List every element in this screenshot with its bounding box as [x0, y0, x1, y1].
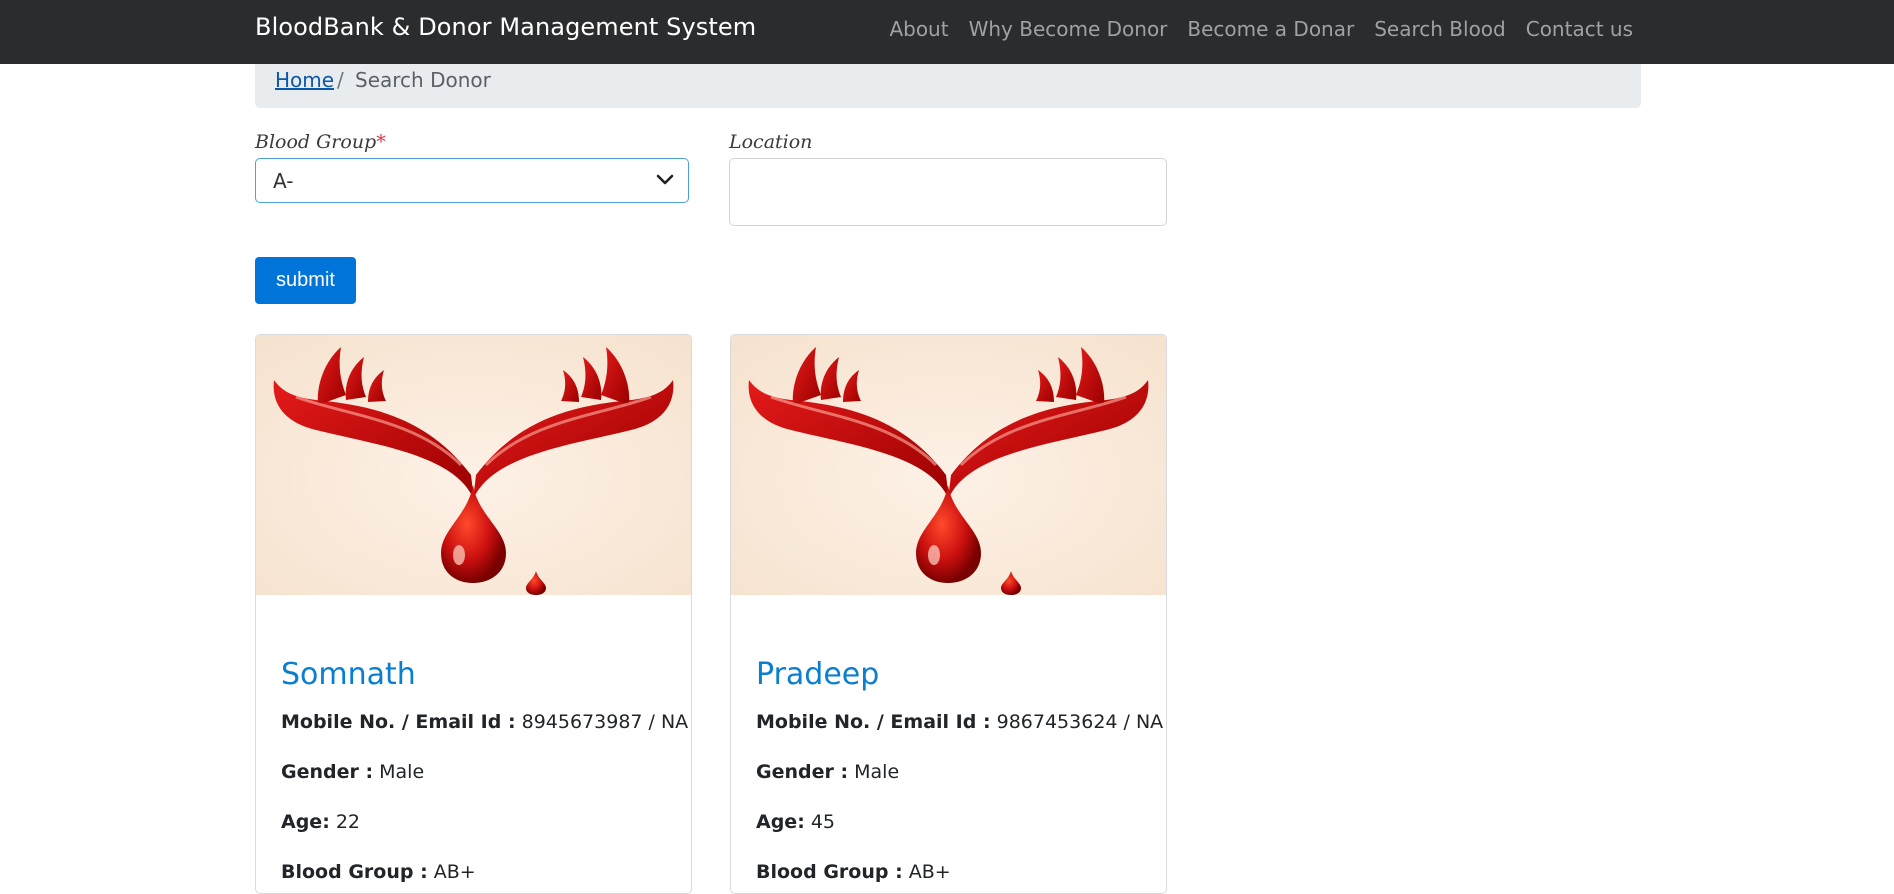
required-asterisk: *	[376, 131, 386, 153]
donor-age-value: 45	[810, 811, 836, 833]
breadcrumb-home-link[interactable]: Home	[275, 68, 334, 92]
donor-age-label: Age:	[756, 811, 805, 833]
donor-contact-label: Mobile No. / Email Id :	[756, 711, 991, 733]
donor-age-label: Age:	[281, 811, 330, 833]
nav-link-contact-us[interactable]: Contact us	[1526, 17, 1633, 41]
donor-blood-group-label: Blood Group :	[281, 861, 428, 883]
donor-image	[731, 335, 1166, 595]
donor-image	[256, 335, 691, 595]
donor-age-value: 22	[335, 811, 361, 833]
breadcrumb-separator: /	[337, 68, 344, 92]
donor-card: Pradeep Mobile No. / Email Id : 98674536…	[730, 334, 1167, 894]
breadcrumb: Home / Search Donor	[255, 64, 1641, 108]
donor-gender-row: Gender : Male	[756, 761, 899, 783]
blood-group-label: Blood Group*	[255, 131, 386, 153]
nav-links: About Why Become Donor Become a Donar Se…	[889, 17, 1633, 41]
donor-age-row: Age: 45	[756, 811, 835, 833]
site-brand[interactable]: BloodBank & Donor Management System	[255, 13, 756, 41]
submit-button[interactable]: submit	[255, 257, 356, 304]
donor-gender-label: Gender :	[756, 761, 849, 783]
donor-gender-value: Male	[854, 761, 900, 783]
donor-gender-value: Male	[379, 761, 425, 783]
donor-contact-row: Mobile No. / Email Id : 8945673987 / NA	[281, 711, 688, 733]
nav-link-about[interactable]: About	[889, 17, 948, 41]
breadcrumb-current: Search Donor	[355, 68, 491, 92]
blood-group-label-text: Blood Group	[255, 131, 377, 153]
donor-contact-value: 9867453624 / NA	[996, 711, 1164, 733]
donor-gender-label: Gender :	[281, 761, 374, 783]
donor-contact-label: Mobile No. / Email Id :	[281, 711, 516, 733]
donor-blood-group-row: Blood Group : AB+	[756, 861, 951, 883]
location-label: Location	[729, 131, 813, 153]
donor-contact-value: 8945673987 / NA	[521, 711, 689, 733]
donor-card: Somnath Mobile No. / Email Id : 89456739…	[255, 334, 692, 894]
blood-group-selected-value: A-	[273, 169, 294, 193]
blood-group-select[interactable]: A-	[255, 158, 689, 203]
donor-blood-group-value: AB+	[908, 861, 951, 883]
donor-blood-group-row: Blood Group : AB+	[281, 861, 476, 883]
donor-age-row: Age: 22	[281, 811, 360, 833]
donor-gender-row: Gender : Male	[281, 761, 424, 783]
nav-link-why-become-donor[interactable]: Why Become Donor	[969, 17, 1168, 41]
donor-name: Somnath	[281, 657, 416, 692]
location-input[interactable]	[729, 158, 1167, 226]
donor-contact-row: Mobile No. / Email Id : 9867453624 / NA	[756, 711, 1163, 733]
chevron-down-icon	[656, 174, 674, 185]
nav-link-search-blood[interactable]: Search Blood	[1374, 17, 1506, 41]
nav-link-become-donar[interactable]: Become a Donar	[1187, 17, 1354, 41]
top-navbar: BloodBank & Donor Management System Abou…	[0, 0, 1894, 64]
donor-name: Pradeep	[756, 657, 880, 692]
donor-blood-group-value: AB+	[433, 861, 476, 883]
donor-blood-group-label: Blood Group :	[756, 861, 903, 883]
